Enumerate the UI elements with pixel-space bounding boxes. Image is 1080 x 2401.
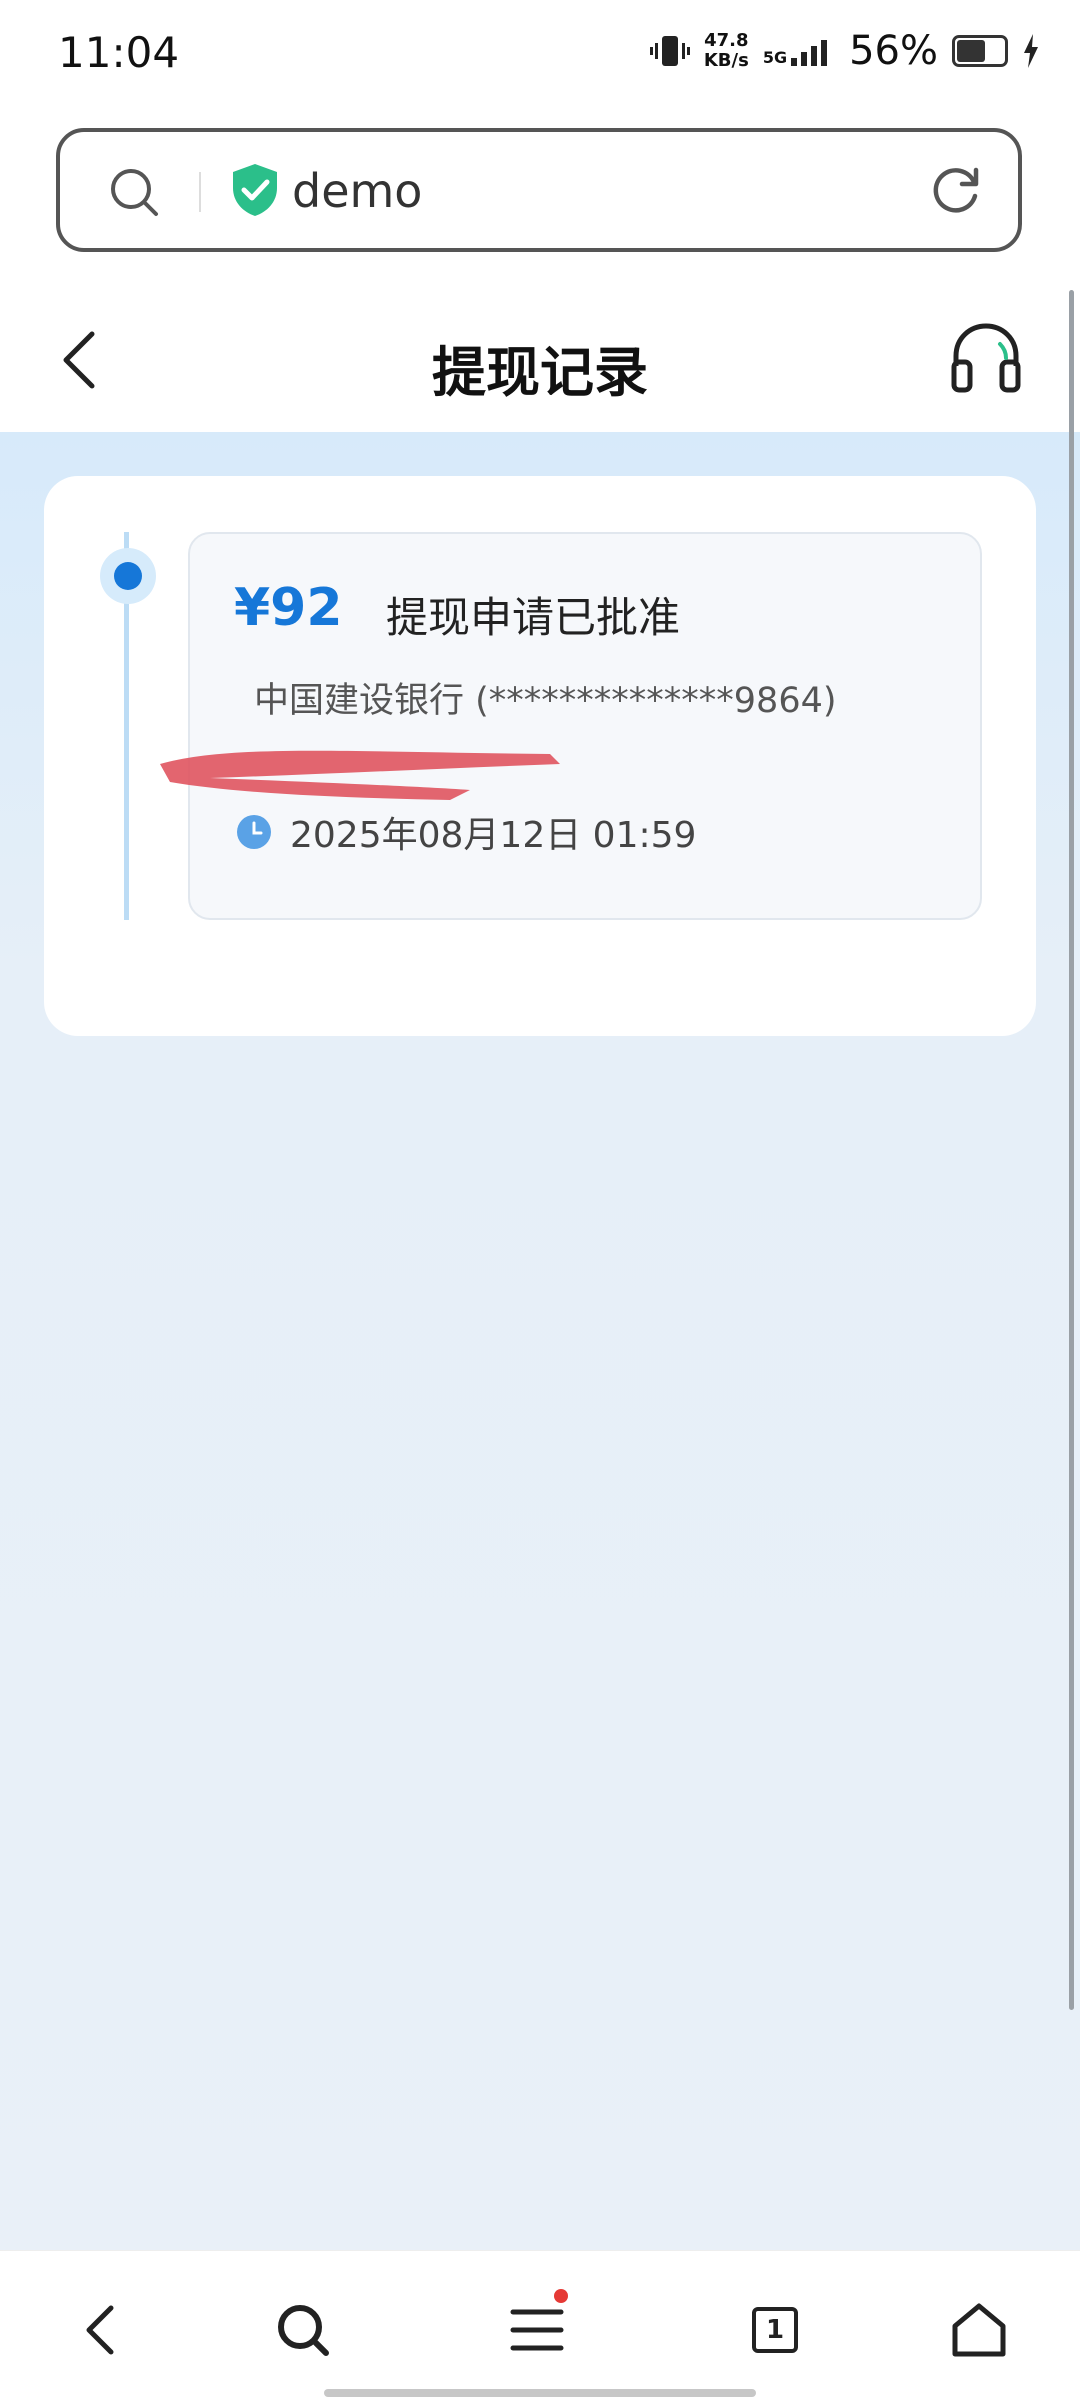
charging-icon xyxy=(1024,34,1038,68)
page-scrollbar[interactable] xyxy=(1069,290,1074,2010)
signal-icon: 5G xyxy=(763,36,835,66)
url-bar[interactable]: demo xyxy=(56,128,1022,252)
status-time: 11:04 xyxy=(58,28,180,77)
browser-bottom-nav: 1 xyxy=(0,2250,1080,2401)
customer-service-icon[interactable] xyxy=(948,320,1024,396)
search-icon[interactable] xyxy=(108,166,160,218)
withdrawal-status: 提现申请已批准 xyxy=(386,593,681,642)
back-icon xyxy=(86,2305,114,2355)
nav-search-button[interactable] xyxy=(268,2295,338,2365)
url-divider xyxy=(199,172,201,212)
withdrawal-record-item[interactable]: ¥92 提现申请已批准 中国建设银行 (**************9864) … xyxy=(160,532,982,920)
tab-count: 1 xyxy=(752,2307,798,2353)
nav-back-button[interactable] xyxy=(66,2295,136,2365)
vibrate-icon xyxy=(649,36,690,66)
withdrawal-amount: ¥92 xyxy=(234,578,343,638)
withdrawal-date: 2025年08月12日 01:59 xyxy=(290,815,697,856)
gesture-bar[interactable] xyxy=(324,2389,756,2397)
refresh-icon[interactable] xyxy=(928,162,984,218)
redaction-scribble xyxy=(160,750,560,800)
browser-toolbar: demo xyxy=(0,110,1080,290)
search-icon xyxy=(278,2305,329,2356)
nav-tabs-button[interactable]: 1 xyxy=(740,2295,810,2365)
status-bar: 11:04 47.8 KB/s 5G 56% xyxy=(0,0,1080,110)
status-icons: 47.8 KB/s 5G 56% xyxy=(649,28,1040,74)
battery-percent: 56% xyxy=(849,28,938,74)
withdrawal-date-row: 2025年08月12日 01:59 xyxy=(236,806,696,858)
clock-icon xyxy=(237,815,271,849)
content-area: ¥92 提现申请已批准 中国建设银行 (**************9864) … xyxy=(0,432,1080,2250)
signal-bars-icon xyxy=(791,40,828,66)
timeline-dot xyxy=(114,562,142,590)
nav-menu-button[interactable] xyxy=(502,2289,572,2365)
home-icon xyxy=(952,2303,1006,2357)
menu-notification-dot xyxy=(554,2289,568,2303)
battery-icon xyxy=(952,35,1008,67)
secure-shield-icon xyxy=(233,164,277,216)
page-title: 提现记录 xyxy=(432,341,648,404)
page-header: 提现记录 xyxy=(0,290,1080,432)
net-speed: 47.8 KB/s xyxy=(703,30,749,71)
withdrawal-records-card: ¥92 提现申请已批准 中国建设银行 (**************9864) … xyxy=(44,476,1036,1036)
url-text[interactable]: demo xyxy=(292,164,422,218)
menu-icon xyxy=(510,2309,564,2351)
bank-account: 中国建设银行 (**************9864) xyxy=(254,681,837,721)
nav-home-button[interactable] xyxy=(944,2295,1014,2365)
